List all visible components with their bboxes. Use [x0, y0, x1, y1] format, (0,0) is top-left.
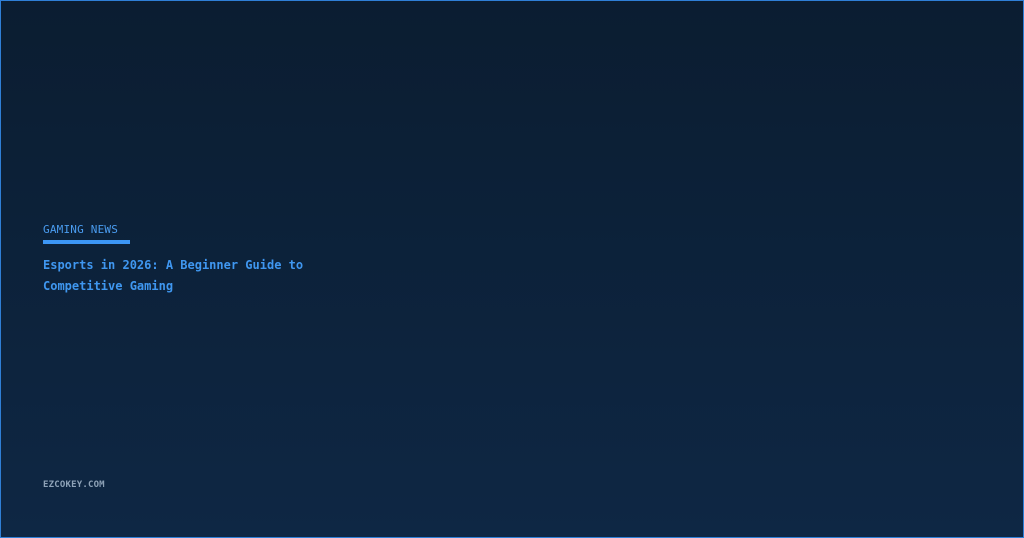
category-underline: [43, 240, 130, 244]
category-label: GAMING NEWS: [43, 223, 119, 236]
article-card: GAMING NEWS Esports in 2026: A Beginner …: [0, 0, 1024, 538]
article-headline[interactable]: Esports in 2026: A Beginner Guide to Com…: [43, 255, 343, 297]
site-name[interactable]: EZCOKEY.COM: [43, 480, 105, 490]
